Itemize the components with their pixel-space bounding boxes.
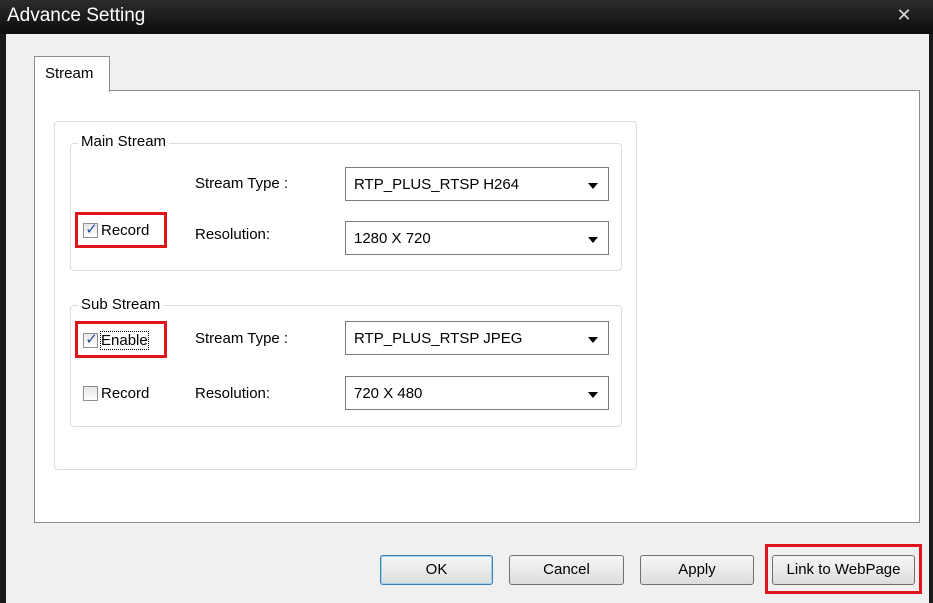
- checkmark-icon: ✓: [85, 221, 98, 238]
- chevron-down-icon: [588, 237, 598, 243]
- sub-resolution-value: 720 X 480: [354, 385, 423, 402]
- tab-stream-label: Stream: [45, 65, 94, 82]
- sub-resolution-label: Resolution:: [195, 385, 271, 402]
- title-bar: Advance Setting ✕: [0, 0, 933, 34]
- sub-record-checkbox[interactable]: [83, 386, 98, 401]
- main-stream-type-label: Stream Type :: [195, 175, 289, 192]
- sub-stream-type-label: Stream Type :: [195, 330, 289, 347]
- chevron-down-icon: [588, 392, 598, 398]
- window-title: Advance Setting: [7, 5, 146, 26]
- sub-resolution-select[interactable]: 720 X 480: [345, 376, 609, 410]
- checkmark-icon: ✓: [85, 331, 98, 348]
- main-stream-type-select[interactable]: RTP_PLUS_RTSP H264: [345, 167, 609, 201]
- sub-record-label[interactable]: Record: [101, 385, 149, 402]
- main-resolution-label: Resolution:: [195, 226, 271, 243]
- close-icon[interactable]: ✕: [893, 5, 915, 25]
- cancel-button[interactable]: Cancel: [509, 555, 624, 585]
- main-stream-legend: Main Stream: [78, 133, 170, 150]
- ok-button[interactable]: OK: [380, 555, 493, 585]
- main-resolution-value: 1280 X 720: [354, 230, 431, 247]
- chevron-down-icon: [588, 183, 598, 189]
- chevron-down-icon: [588, 337, 598, 343]
- main-resolution-select[interactable]: 1280 X 720: [345, 221, 609, 255]
- apply-button[interactable]: Apply: [640, 555, 754, 585]
- main-record-checkbox[interactable]: ✓: [83, 221, 98, 238]
- link-to-webpage-button[interactable]: Link to WebPage: [772, 555, 915, 585]
- sub-stream-legend: Sub Stream: [78, 296, 164, 313]
- window-border: [929, 34, 933, 603]
- sub-stream-type-value: RTP_PLUS_RTSP JPEG: [354, 330, 523, 347]
- main-stream-type-value: RTP_PLUS_RTSP H264: [354, 176, 520, 193]
- tab-stream[interactable]: Stream: [34, 56, 110, 92]
- sub-stream-type-select[interactable]: RTP_PLUS_RTSP JPEG: [345, 321, 609, 355]
- sub-enable-checkbox[interactable]: ✓: [83, 331, 98, 348]
- main-record-label[interactable]: Record: [101, 222, 149, 239]
- sub-enable-label[interactable]: Enable: [100, 331, 149, 350]
